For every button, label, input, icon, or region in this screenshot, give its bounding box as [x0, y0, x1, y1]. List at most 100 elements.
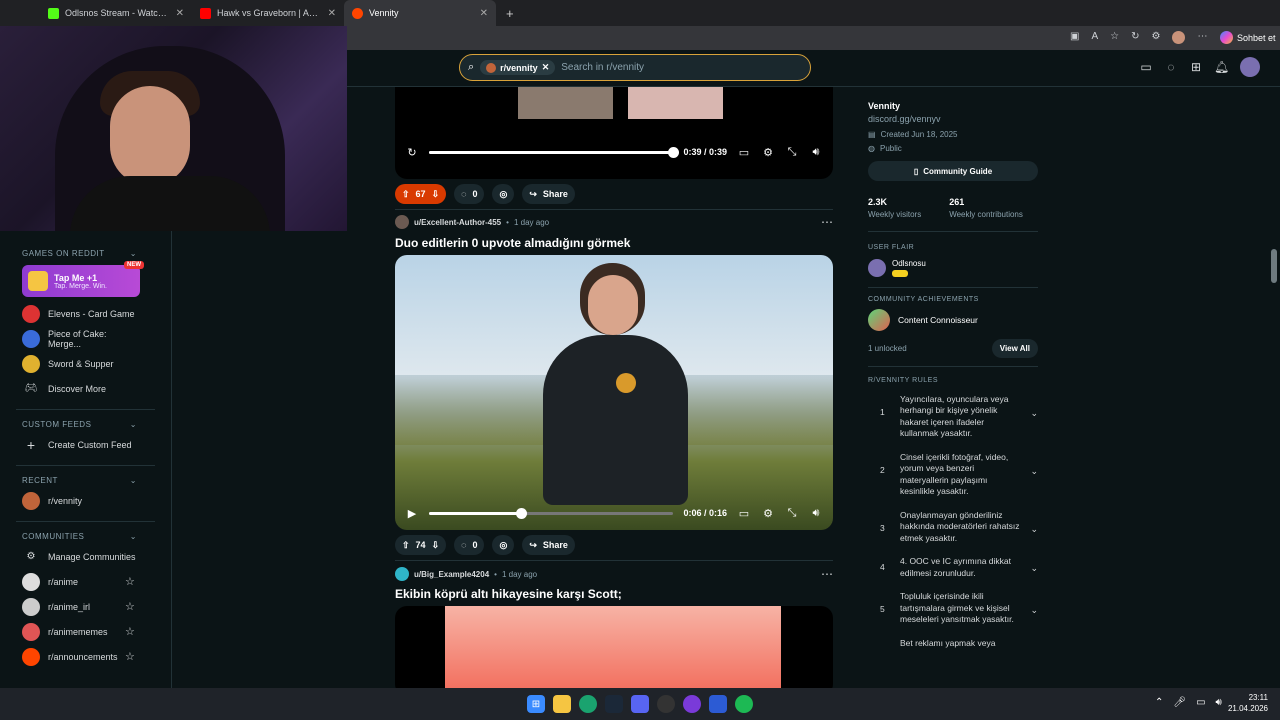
- recent-section-header[interactable]: RECENT ⌄: [0, 472, 171, 488]
- community-item[interactable]: r/anime ☆: [0, 569, 171, 594]
- microphone-icon[interactable]: 🎤︎: [1173, 697, 1186, 708]
- rule-item[interactable]: 4 4. OOC ve IC ayrımına dikkat edilmesi …: [868, 550, 1038, 585]
- star-icon[interactable]: ☆: [125, 575, 135, 588]
- search-input[interactable]: Search in r/vennity: [561, 62, 644, 73]
- volume-icon[interactable]: 🔊︎: [1216, 697, 1222, 708]
- post-title[interactable]: Duo editlerin 0 upvote almadığını görmek: [395, 236, 630, 250]
- video-player[interactable]: ↻ 0:39 / 0:39 ▭ ⚙ ⤡ 🔊︎: [395, 87, 833, 179]
- community-guide-button[interactable]: ▯ Community Guide: [868, 161, 1038, 181]
- post-author[interactable]: u/Excellent-Author-455: [414, 218, 501, 227]
- profile-avatar[interactable]: [1172, 31, 1186, 44]
- share-button[interactable]: ↪ Share: [522, 535, 575, 555]
- captions-icon[interactable]: ▭: [737, 507, 751, 520]
- app-icon[interactable]: [683, 695, 701, 713]
- close-icon[interactable]: ✕: [176, 8, 184, 19]
- user-flair[interactable]: Odlsnosu: [868, 259, 1038, 277]
- volume-icon[interactable]: 🔊︎: [809, 146, 823, 159]
- comments-button[interactable]: ◌ 0: [454, 535, 485, 555]
- community-item[interactable]: r/animememes ☆: [0, 619, 171, 644]
- ad-icon[interactable]: ▭: [1139, 60, 1153, 74]
- post-author[interactable]: u/Big_Example4204: [414, 570, 489, 579]
- refresh-icon[interactable]: ↻: [1131, 31, 1139, 44]
- new-tab-button[interactable]: +: [496, 6, 524, 21]
- tab-youtube[interactable]: Hawk vs Graveborn | Adam Kaçırm ✕: [192, 0, 344, 26]
- downvote-icon[interactable]: ⇩: [432, 189, 440, 200]
- play-icon[interactable]: ▶: [405, 507, 419, 520]
- file-explorer-icon[interactable]: [553, 695, 571, 713]
- fullscreen-icon[interactable]: ⤡: [785, 146, 799, 159]
- settings-gear-icon[interactable]: ⚙: [761, 507, 775, 520]
- share-button[interactable]: ↪ Share: [522, 184, 575, 204]
- tab-vennity[interactable]: Vennity ✕: [344, 0, 496, 26]
- close-icon[interactable]: ✕: [542, 62, 550, 73]
- volume-icon[interactable]: 🔊︎: [809, 507, 823, 520]
- chat-icon[interactable]: ◌: [1164, 60, 1178, 74]
- user-avatar[interactable]: [395, 215, 409, 229]
- star-icon[interactable]: ☆: [125, 625, 135, 638]
- spotify-icon[interactable]: [735, 695, 753, 713]
- captions-icon[interactable]: ▭: [737, 146, 751, 159]
- award-button[interactable]: ◎: [492, 535, 515, 555]
- copilot-chat-button[interactable]: Sohbet et: [1220, 31, 1276, 44]
- extensions-icon[interactable]: ⚙: [1151, 31, 1160, 44]
- fullscreen-icon[interactable]: ⤡: [785, 507, 799, 520]
- rule-item[interactable]: 5 Topluluk içerisinde ikili tartışmalara…: [868, 585, 1038, 631]
- star-icon[interactable]: ☆: [125, 600, 135, 613]
- user-avatar[interactable]: [395, 567, 409, 581]
- discover-more-item[interactable]: 🎮︎ Discover More: [0, 376, 171, 401]
- rule-item[interactable]: 1 Yayıncılara, oyunculara veya herhangi …: [868, 388, 1038, 446]
- taskbar-clock[interactable]: 23:11 21.04.2026: [1228, 692, 1268, 714]
- split-icon[interactable]: ▣: [1070, 31, 1079, 44]
- games-section-header[interactable]: GAMES ON REDDIT ⌄: [0, 245, 171, 261]
- more-options-icon[interactable]: ⋯: [821, 215, 833, 229]
- comments-button[interactable]: ◌ 0: [454, 184, 485, 204]
- recent-item-vennity[interactable]: r/vennity: [0, 488, 171, 513]
- seekbar-handle[interactable]: [515, 507, 527, 519]
- app-icon[interactable]: [709, 695, 727, 713]
- video-seekbar[interactable]: [429, 507, 674, 519]
- game-item-elevens[interactable]: Elevens - Card Game: [0, 301, 171, 326]
- steam-icon[interactable]: [605, 695, 623, 713]
- discord-icon[interactable]: [631, 695, 649, 713]
- create-custom-feed-item[interactable]: + Create Custom Feed: [0, 432, 171, 457]
- notifications-bell-icon[interactable]: 🔔︎: [1214, 60, 1229, 74]
- user-avatar[interactable]: [1240, 57, 1260, 77]
- community-link[interactable]: discord.gg/vennyv: [868, 114, 1038, 124]
- custom-feeds-section-header[interactable]: CUSTOM FEEDS ⌄: [0, 416, 171, 432]
- manage-communities-item[interactable]: ⚙ Manage Communities: [0, 544, 171, 569]
- seekbar-handle[interactable]: [668, 146, 680, 158]
- page-scrollbar[interactable]: [1268, 87, 1280, 688]
- favorite-star-icon[interactable]: ☆: [1110, 31, 1119, 44]
- community-item[interactable]: r/announcements ☆: [0, 644, 171, 669]
- create-post-icon[interactable]: ⊞: [1189, 60, 1203, 74]
- view-all-button[interactable]: View All: [991, 339, 1038, 358]
- scrollbar-thumb[interactable]: [1271, 249, 1277, 283]
- replay-icon[interactable]: ↻: [405, 146, 419, 159]
- tab-kick[interactable]: Odlsnos Stream - Watch Live on K ✕: [40, 0, 192, 26]
- close-icon[interactable]: ✕: [328, 8, 336, 19]
- downvote-icon[interactable]: ⇩: [432, 540, 440, 551]
- communities-section-header[interactable]: COMMUNITIES ⌄: [0, 528, 171, 544]
- video-seekbar[interactable]: [429, 146, 680, 158]
- tap-me-game-card[interactable]: Tap Me +1 Tap. Merge. Win. NEW: [22, 261, 144, 297]
- upvote-icon[interactable]: ⇧: [402, 189, 410, 200]
- search-community-chip[interactable]: r/vennity ✕: [480, 60, 556, 75]
- network-icon[interactable]: ▭: [1196, 697, 1205, 708]
- rule-item[interactable]: Bet reklamı yapmak veya: [868, 632, 1038, 657]
- star-icon[interactable]: ☆: [125, 650, 135, 663]
- edge-icon[interactable]: [579, 695, 597, 713]
- obs-icon[interactable]: [657, 695, 675, 713]
- post-title[interactable]: Ekibin köprü altı hikayesine karşı Scott…: [395, 587, 622, 601]
- vote-control[interactable]: ⇧ 67 ⇩: [395, 184, 447, 204]
- game-item-sword-supper[interactable]: Sword & Supper: [0, 351, 171, 376]
- close-icon[interactable]: ✕: [480, 8, 488, 19]
- chevron-up-icon[interactable]: ⌃: [1155, 697, 1163, 708]
- upvote-icon[interactable]: ⇧: [402, 540, 410, 551]
- game-item-piece-of-cake[interactable]: Piece of Cake: Merge...: [0, 326, 171, 351]
- read-aloud-icon[interactable]: A: [1091, 31, 1098, 44]
- award-button[interactable]: ◎: [492, 184, 515, 204]
- more-icon[interactable]: ⋯: [1197, 31, 1207, 44]
- search-bar[interactable]: ⌕ r/vennity ✕ Search in r/vennity: [459, 54, 811, 81]
- video-player[interactable]: [395, 606, 833, 696]
- video-player[interactable]: ▶ 0:06 / 0:16 ▭ ⚙ ⤡ 🔊︎: [395, 255, 833, 530]
